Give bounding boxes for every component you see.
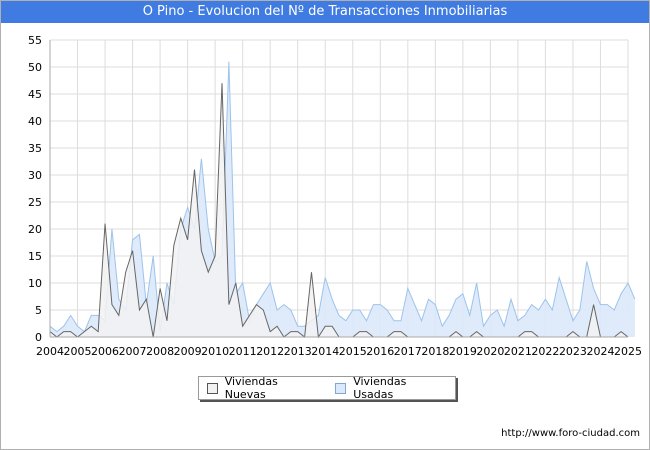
x-tick-label: 2024 <box>586 345 614 358</box>
legend-swatch-usadas <box>335 382 347 394</box>
chart-legend: Viviendas Nuevas Viviendas Usadas <box>198 375 456 401</box>
source-url: http://www.foro-ciudad.com <box>501 428 640 439</box>
x-tick-label: 2022 <box>531 345 559 358</box>
legend-item-nuevas: Viviendas Nuevas <box>207 375 319 401</box>
x-tick-label: 2008 <box>146 345 174 358</box>
x-tick-label: 2017 <box>394 345 422 358</box>
x-tick-label: 2019 <box>449 345 477 358</box>
y-tick-label: 20 <box>28 223 42 236</box>
x-tick-label: 2005 <box>64 345 92 358</box>
y-tick-label: 35 <box>28 142 42 155</box>
y-tick-label: 10 <box>28 277 42 290</box>
x-tick-label: 2004 <box>36 345 64 358</box>
x-tick-label: 2023 <box>559 345 587 358</box>
y-tick-label: 5 <box>35 304 42 317</box>
x-tick-label: 2011 <box>229 345 257 358</box>
y-tick-label: 45 <box>28 88 42 101</box>
y-tick-label: 25 <box>28 196 42 209</box>
x-tick-label: 2015 <box>339 345 367 358</box>
y-tick-label: 40 <box>28 115 42 128</box>
x-tick-label: 2020 <box>476 345 504 358</box>
x-tick-label: 2021 <box>504 345 532 358</box>
y-tick-label: 55 <box>28 34 42 47</box>
x-tick-label: 2009 <box>174 345 202 358</box>
y-tick-label: 30 <box>28 169 42 182</box>
x-tick-label: 2025 <box>614 345 642 358</box>
legend-label-usadas: Viviendas Usadas <box>353 375 407 401</box>
x-tick-label: 2007 <box>119 345 147 358</box>
x-tick-label: 2006 <box>91 345 119 358</box>
legend-swatch-nuevas <box>207 382 218 394</box>
x-tick-label: 2016 <box>366 345 394 358</box>
legend-label-nuevas: Viviendas Nuevas <box>224 375 278 401</box>
x-tick-label: 2018 <box>421 345 449 358</box>
y-tick-label: 15 <box>28 250 42 263</box>
x-tick-label: 2012 <box>256 345 284 358</box>
x-tick-label: 2010 <box>201 345 229 358</box>
x-tick-label: 2013 <box>284 345 312 358</box>
legend-item-usadas: Viviendas Usadas <box>335 375 447 401</box>
x-tick-label: 2014 <box>311 345 339 358</box>
y-tick-label: 50 <box>28 61 42 74</box>
y-tick-label: 0 <box>35 331 42 344</box>
